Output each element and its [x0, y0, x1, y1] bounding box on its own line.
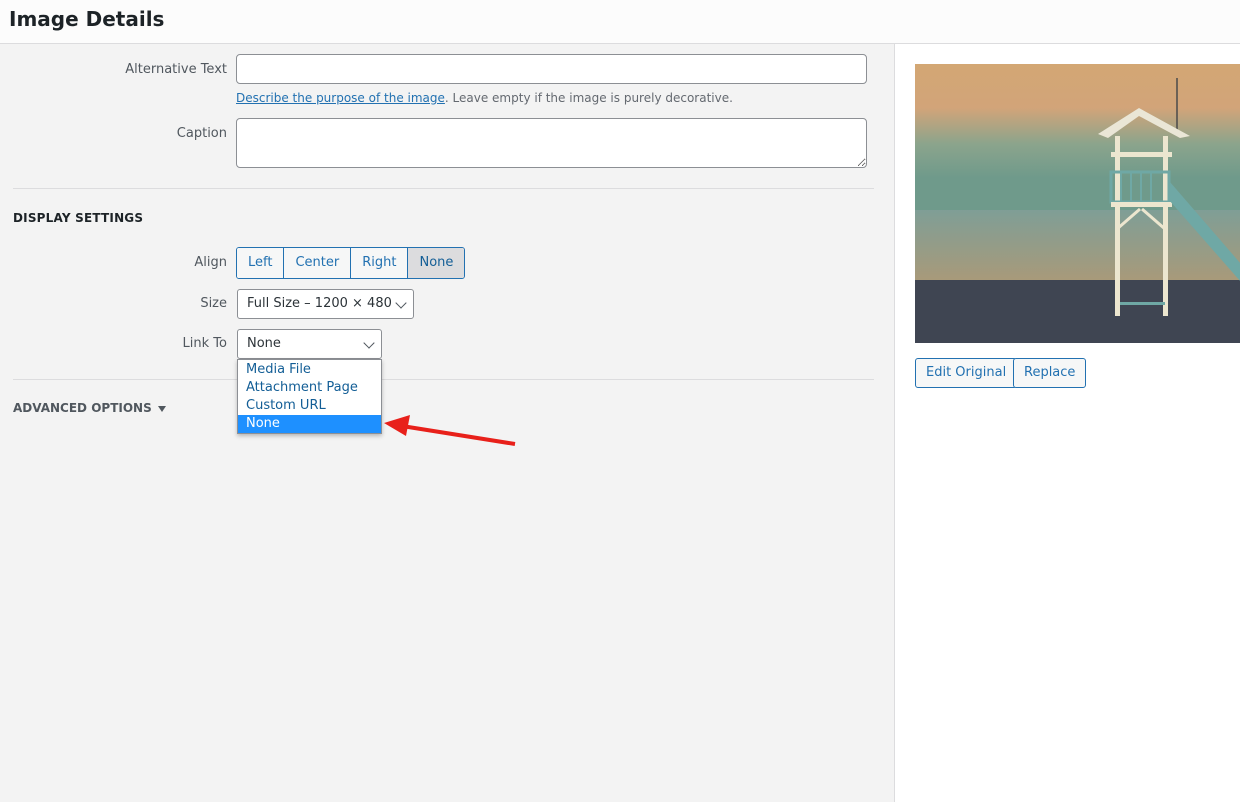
chevron-down-icon	[363, 337, 375, 349]
image-preview-sidebar: Edit Original Replace	[894, 44, 1240, 802]
size-select-value: Full Size – 1200 × 480	[247, 296, 392, 311]
dropdown-option-attachment-page[interactable]: Attachment Page	[238, 379, 381, 397]
link-to-dropdown-list: Media File Attachment Page Custom URL No…	[237, 359, 382, 434]
dropdown-option-media-file[interactable]: Media File	[238, 361, 381, 379]
align-left-button[interactable]: Left	[237, 248, 285, 278]
alt-text-label: Alternative Text	[125, 62, 227, 77]
arrow-shaft	[401, 424, 516, 446]
caption-label: Caption	[176, 126, 227, 141]
beach-lifeguard-tower-image	[915, 64, 1240, 343]
divider	[13, 379, 874, 380]
advanced-options-toggle[interactable]: ADVANCED OPTIONS	[13, 401, 166, 415]
align-right-button[interactable]: Right	[351, 248, 409, 278]
align-label: Align	[194, 255, 227, 270]
settings-panel: Alternative Text Describe the purpose of…	[0, 44, 894, 802]
alt-text-help: Describe the purpose of the image. Leave…	[236, 91, 733, 105]
align-button-group: Left Center Right None	[236, 247, 466, 279]
image-preview	[915, 64, 1240, 343]
arrow-head	[384, 415, 410, 436]
page-title: Image Details	[9, 7, 165, 31]
dropdown-option-none[interactable]: None	[238, 415, 381, 433]
size-label: Size	[200, 296, 227, 311]
edit-original-button[interactable]: Edit Original	[915, 358, 1018, 388]
describe-purpose-link[interactable]: Describe the purpose of the image	[236, 91, 445, 105]
align-none-button[interactable]: None	[408, 248, 465, 278]
modal-header: Image Details	[0, 0, 1240, 44]
dropdown-option-custom-url[interactable]: Custom URL	[238, 397, 381, 415]
divider	[13, 188, 874, 189]
alt-text-input[interactable]	[236, 54, 867, 84]
triangle-down-icon	[157, 405, 166, 412]
link-to-select[interactable]: None	[237, 329, 382, 359]
red-arrow-annotation	[384, 415, 516, 446]
link-to-select-value: None	[247, 336, 281, 351]
size-select[interactable]: Full Size – 1200 × 480	[237, 289, 414, 319]
align-center-button[interactable]: Center	[284, 248, 352, 278]
caption-textarea[interactable]	[236, 118, 867, 168]
display-settings-heading: DISPLAY SETTINGS	[13, 211, 144, 225]
chevron-down-icon	[395, 297, 407, 309]
link-to-label: Link To	[182, 336, 227, 351]
replace-button[interactable]: Replace	[1013, 358, 1087, 388]
